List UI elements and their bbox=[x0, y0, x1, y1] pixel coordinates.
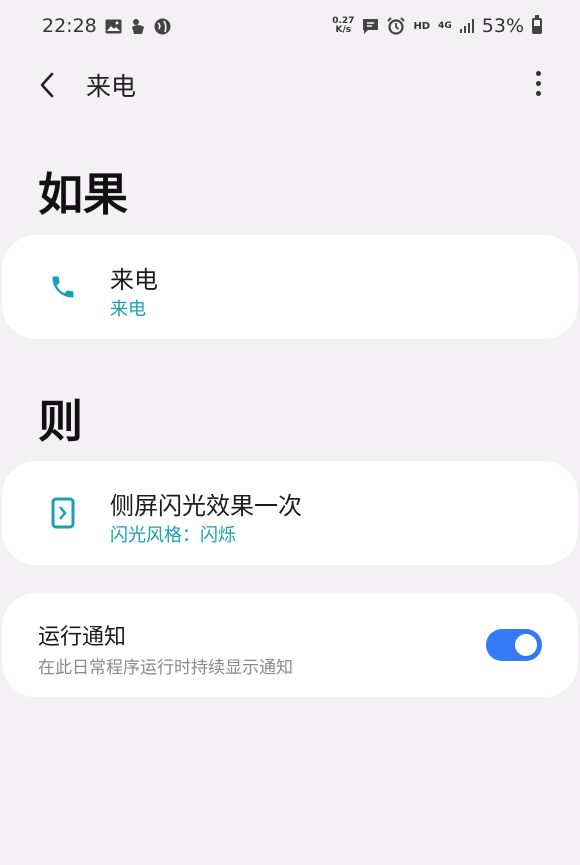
back-button[interactable] bbox=[30, 68, 64, 102]
signal-icon bbox=[459, 19, 474, 33]
action-subtitle: 闪光风格：闪烁 bbox=[110, 525, 236, 546]
battery-percent: 53% bbox=[481, 15, 524, 37]
status-time: 22:28 bbox=[42, 15, 97, 37]
chevron-left-icon bbox=[40, 72, 54, 98]
trigger-subtitle: 来电 bbox=[110, 299, 146, 320]
action-title: 侧屏闪光效果一次 bbox=[110, 492, 302, 520]
more-options-button[interactable] bbox=[528, 66, 548, 100]
if-section-title: 如果 bbox=[38, 168, 129, 221]
network-speed: 0.27 K/s bbox=[332, 17, 354, 35]
more-dot-icon bbox=[535, 90, 541, 96]
trigger-title: 来电 bbox=[110, 266, 158, 294]
edge-lighting-icon bbox=[46, 496, 80, 530]
trigger-card[interactable]: 来电 来电 bbox=[2, 235, 578, 339]
status-right: 0.27 K/s HD 4G 53% bbox=[332, 15, 542, 37]
alarm-icon bbox=[387, 17, 406, 35]
action-card[interactable]: 侧屏闪光效果一次 闪光风格：闪烁 bbox=[2, 461, 578, 565]
more-dot-icon bbox=[535, 70, 541, 76]
page-title: 来电 bbox=[86, 72, 137, 101]
run-notification-title: 运行通知 bbox=[38, 625, 127, 650]
battery-icon bbox=[532, 15, 542, 34]
phone-icon bbox=[46, 270, 80, 304]
then-section-title: 则 bbox=[38, 395, 84, 448]
run-notification-toggle[interactable] bbox=[486, 629, 542, 661]
toggle-knob bbox=[513, 632, 539, 658]
network-speed-unit: K/s bbox=[335, 25, 352, 35]
status-left: 22:28 bbox=[42, 15, 171, 37]
hd-indicator: HD bbox=[413, 20, 431, 32]
more-dot-icon bbox=[535, 80, 541, 86]
hand-icon bbox=[130, 18, 146, 35]
image-icon bbox=[105, 19, 122, 34]
network-type: 4G bbox=[438, 20, 452, 31]
status-bar: 22:28 0.27 K/s HD 4G 53% bbox=[0, 0, 580, 52]
run-notification-description: 在此日常程序运行时持续显示通知 bbox=[38, 658, 293, 678]
globe-icon bbox=[154, 18, 171, 35]
app-bar: 来电 bbox=[0, 56, 580, 112]
run-notification-card[interactable]: 运行通知 在此日常程序运行时持续显示通知 bbox=[2, 593, 578, 697]
message-icon bbox=[362, 18, 379, 35]
